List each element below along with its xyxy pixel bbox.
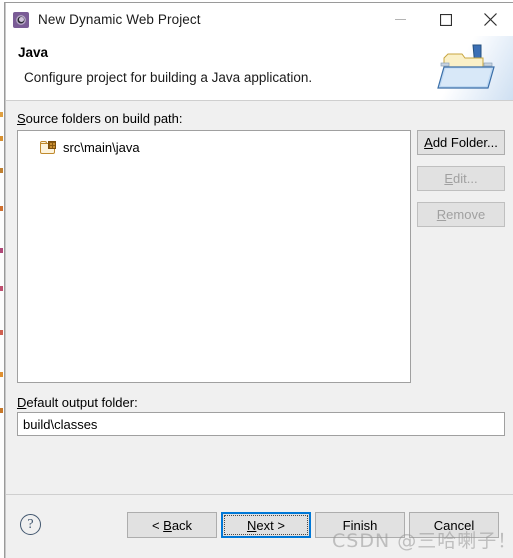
dialog-footer: ? < Back Next > Finish Cancel (6, 494, 513, 558)
back-button[interactable]: < Back (127, 512, 217, 538)
java-folder-banner-icon (421, 36, 513, 100)
screenshot-root: New Dynamic Web Project Java Configure p… (0, 0, 513, 558)
source-folders-list[interactable]: src\main\java (17, 130, 411, 383)
window-controls (378, 3, 513, 36)
minimize-icon[interactable] (378, 3, 423, 36)
source-folders-label: Source folders on build path: (17, 111, 183, 126)
page-title: Java (18, 45, 49, 60)
next-button[interactable]: Next > (221, 512, 311, 538)
source-folder-actions: Add Folder... Edit... Remove (417, 130, 505, 227)
add-folder-button[interactable]: Add Folder... (417, 130, 505, 155)
source-folder-path: src\main\java (63, 139, 140, 155)
list-item[interactable]: src\main\java (18, 137, 410, 157)
remove-button: Remove (417, 202, 505, 227)
maximize-icon[interactable] (423, 3, 468, 36)
help-question-icon[interactable]: ? (20, 514, 41, 535)
window-title: New Dynamic Web Project (38, 12, 201, 27)
new-dynamic-web-project-dialog: New Dynamic Web Project Java Configure p… (4, 3, 513, 558)
wizard-navigation-buttons: < Back Next > Finish Cancel (127, 512, 499, 538)
cancel-button[interactable]: Cancel (409, 512, 499, 538)
close-icon[interactable] (468, 3, 513, 36)
default-output-folder-label: Default output folder: (17, 395, 138, 410)
package-folder-icon (40, 140, 56, 154)
default-output-folder-input[interactable] (17, 412, 505, 436)
finish-button[interactable]: Finish (315, 512, 405, 538)
wizard-header: Java Configure project for building a Ja… (6, 36, 513, 101)
eclipse-wizard-icon (13, 11, 29, 28)
page-description: Configure project for building a Java ap… (24, 70, 313, 85)
wizard-body: Source folders on build path: src\main\j… (6, 101, 513, 494)
edit-button: Edit... (417, 166, 505, 191)
title-bar: New Dynamic Web Project (6, 3, 513, 36)
